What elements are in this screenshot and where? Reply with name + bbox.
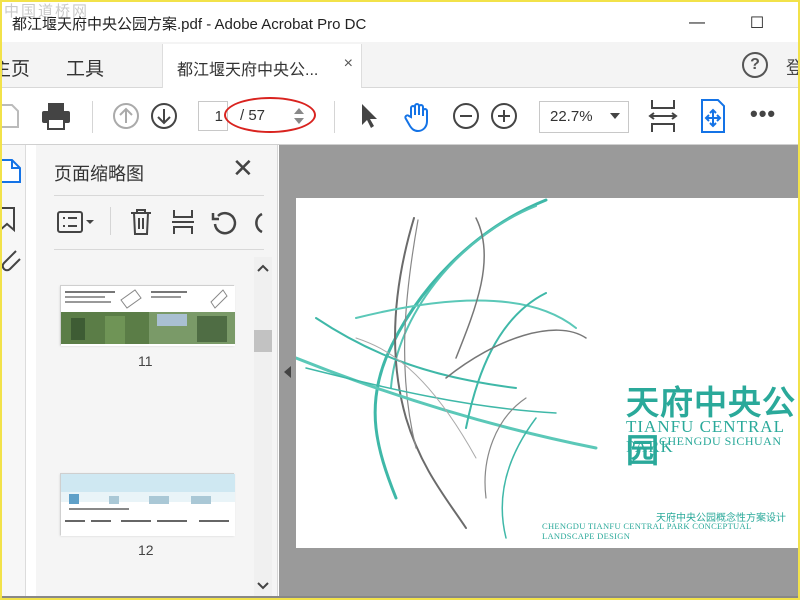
- thumbnail-image: [61, 286, 235, 346]
- thumbnail-image: [61, 474, 235, 536]
- zoom-level-value: 22.7%: [550, 108, 593, 125]
- annotation-ellipse: [224, 97, 316, 133]
- pdf-page: 天府中央公园 TIANFU CENTRAL PARK CHENGDU SICHU…: [296, 198, 798, 548]
- menu-tab-bar: 主页 工具 都江堰天府中央公... × ? 登: [2, 42, 798, 88]
- account-icon[interactable]: 登: [786, 54, 798, 80]
- print-icon[interactable]: [40, 101, 72, 131]
- page-thumbnail[interactable]: [60, 285, 235, 346]
- collapse-panel-arrow-icon[interactable]: [284, 366, 291, 378]
- full-screen-icon[interactable]: [698, 98, 728, 134]
- title-bar: 中国道桥网 都江堰天府中央公园方案.pdf - Adobe Acrobat Pr…: [2, 2, 798, 42]
- chevron-down-icon[interactable]: [610, 113, 620, 119]
- attachment-icon[interactable]: [2, 247, 24, 275]
- scroll-up-icon[interactable]: [256, 263, 270, 273]
- toolbar-separator: [334, 101, 335, 133]
- thumbnail-page-number: 11: [138, 353, 153, 369]
- insert-page-icon[interactable]: [170, 207, 196, 237]
- maximize-button[interactable]: ☐: [742, 12, 772, 34]
- fit-page-icon[interactable]: [648, 98, 678, 134]
- save-icon[interactable]: [2, 101, 20, 131]
- rotate-counterclockwise-icon[interactable]: [210, 208, 238, 236]
- document-tab[interactable]: 都江堰天府中央公... ×: [162, 44, 362, 88]
- zoom-out-icon[interactable]: [452, 101, 480, 131]
- panel-separator: [110, 207, 111, 235]
- scrollbar-thumb[interactable]: [254, 330, 272, 352]
- panel-title: 页面缩略图: [54, 164, 144, 184]
- bookmark-icon[interactable]: [2, 205, 24, 233]
- page-thumbnail[interactable]: [60, 473, 235, 536]
- panel-divider: [54, 195, 264, 196]
- panel-divider: [54, 249, 264, 250]
- help-icon[interactable]: ?: [742, 52, 768, 78]
- document-tab-label: 都江堰天府中央公...: [177, 62, 319, 79]
- minimize-button[interactable]: —: [682, 12, 712, 34]
- document-caption-en: CHENGDU TIANFU CENTRAL PARK CONCEPTUAL L…: [542, 521, 752, 541]
- menu-tools[interactable]: 工具: [66, 54, 104, 81]
- scroll-down-icon[interactable]: [256, 581, 270, 591]
- toolbar: 1 / 57 22.7% •••: [2, 89, 798, 145]
- navigation-pane: [2, 145, 26, 598]
- select-cursor-icon[interactable]: [358, 101, 380, 131]
- thumbnail-scrollbar[interactable]: [254, 257, 272, 597]
- document-subtitle-en: CHENGDU SICHUAN: [659, 434, 782, 448]
- options-menu-icon[interactable]: [56, 209, 96, 235]
- next-page-icon[interactable]: [150, 101, 178, 131]
- menu-home[interactable]: 主页: [2, 54, 40, 81]
- toolbar-separator: [92, 101, 93, 133]
- more-tools-button[interactable]: •••: [750, 101, 776, 127]
- close-panel-button[interactable]: ✕: [232, 153, 254, 184]
- close-tab-button[interactable]: ×: [344, 55, 353, 73]
- window-title: 都江堰天府中央公园方案.pdf - Adobe Acrobat Pro DC: [12, 16, 367, 33]
- thumbnail-page-number: 12: [138, 542, 154, 558]
- page-thumbnails-icon[interactable]: [2, 157, 24, 185]
- brush-stroke-artwork: [296, 198, 598, 539]
- hand-tool-icon[interactable]: [402, 101, 434, 133]
- zoom-in-icon[interactable]: [490, 101, 518, 131]
- thumbnail-panel: 页面缩略图 ✕ 11 12: [36, 145, 278, 598]
- previous-page-icon[interactable]: [112, 101, 140, 131]
- delete-icon[interactable]: [128, 207, 154, 237]
- rotate-clockwise-icon[interactable]: [250, 208, 264, 236]
- acrobat-window: 中国道桥网 都江堰天府中央公园方案.pdf - Adobe Acrobat Pr…: [2, 2, 798, 598]
- menu-home-label: 主页: [2, 59, 31, 80]
- window-bottom-edge: [2, 596, 798, 598]
